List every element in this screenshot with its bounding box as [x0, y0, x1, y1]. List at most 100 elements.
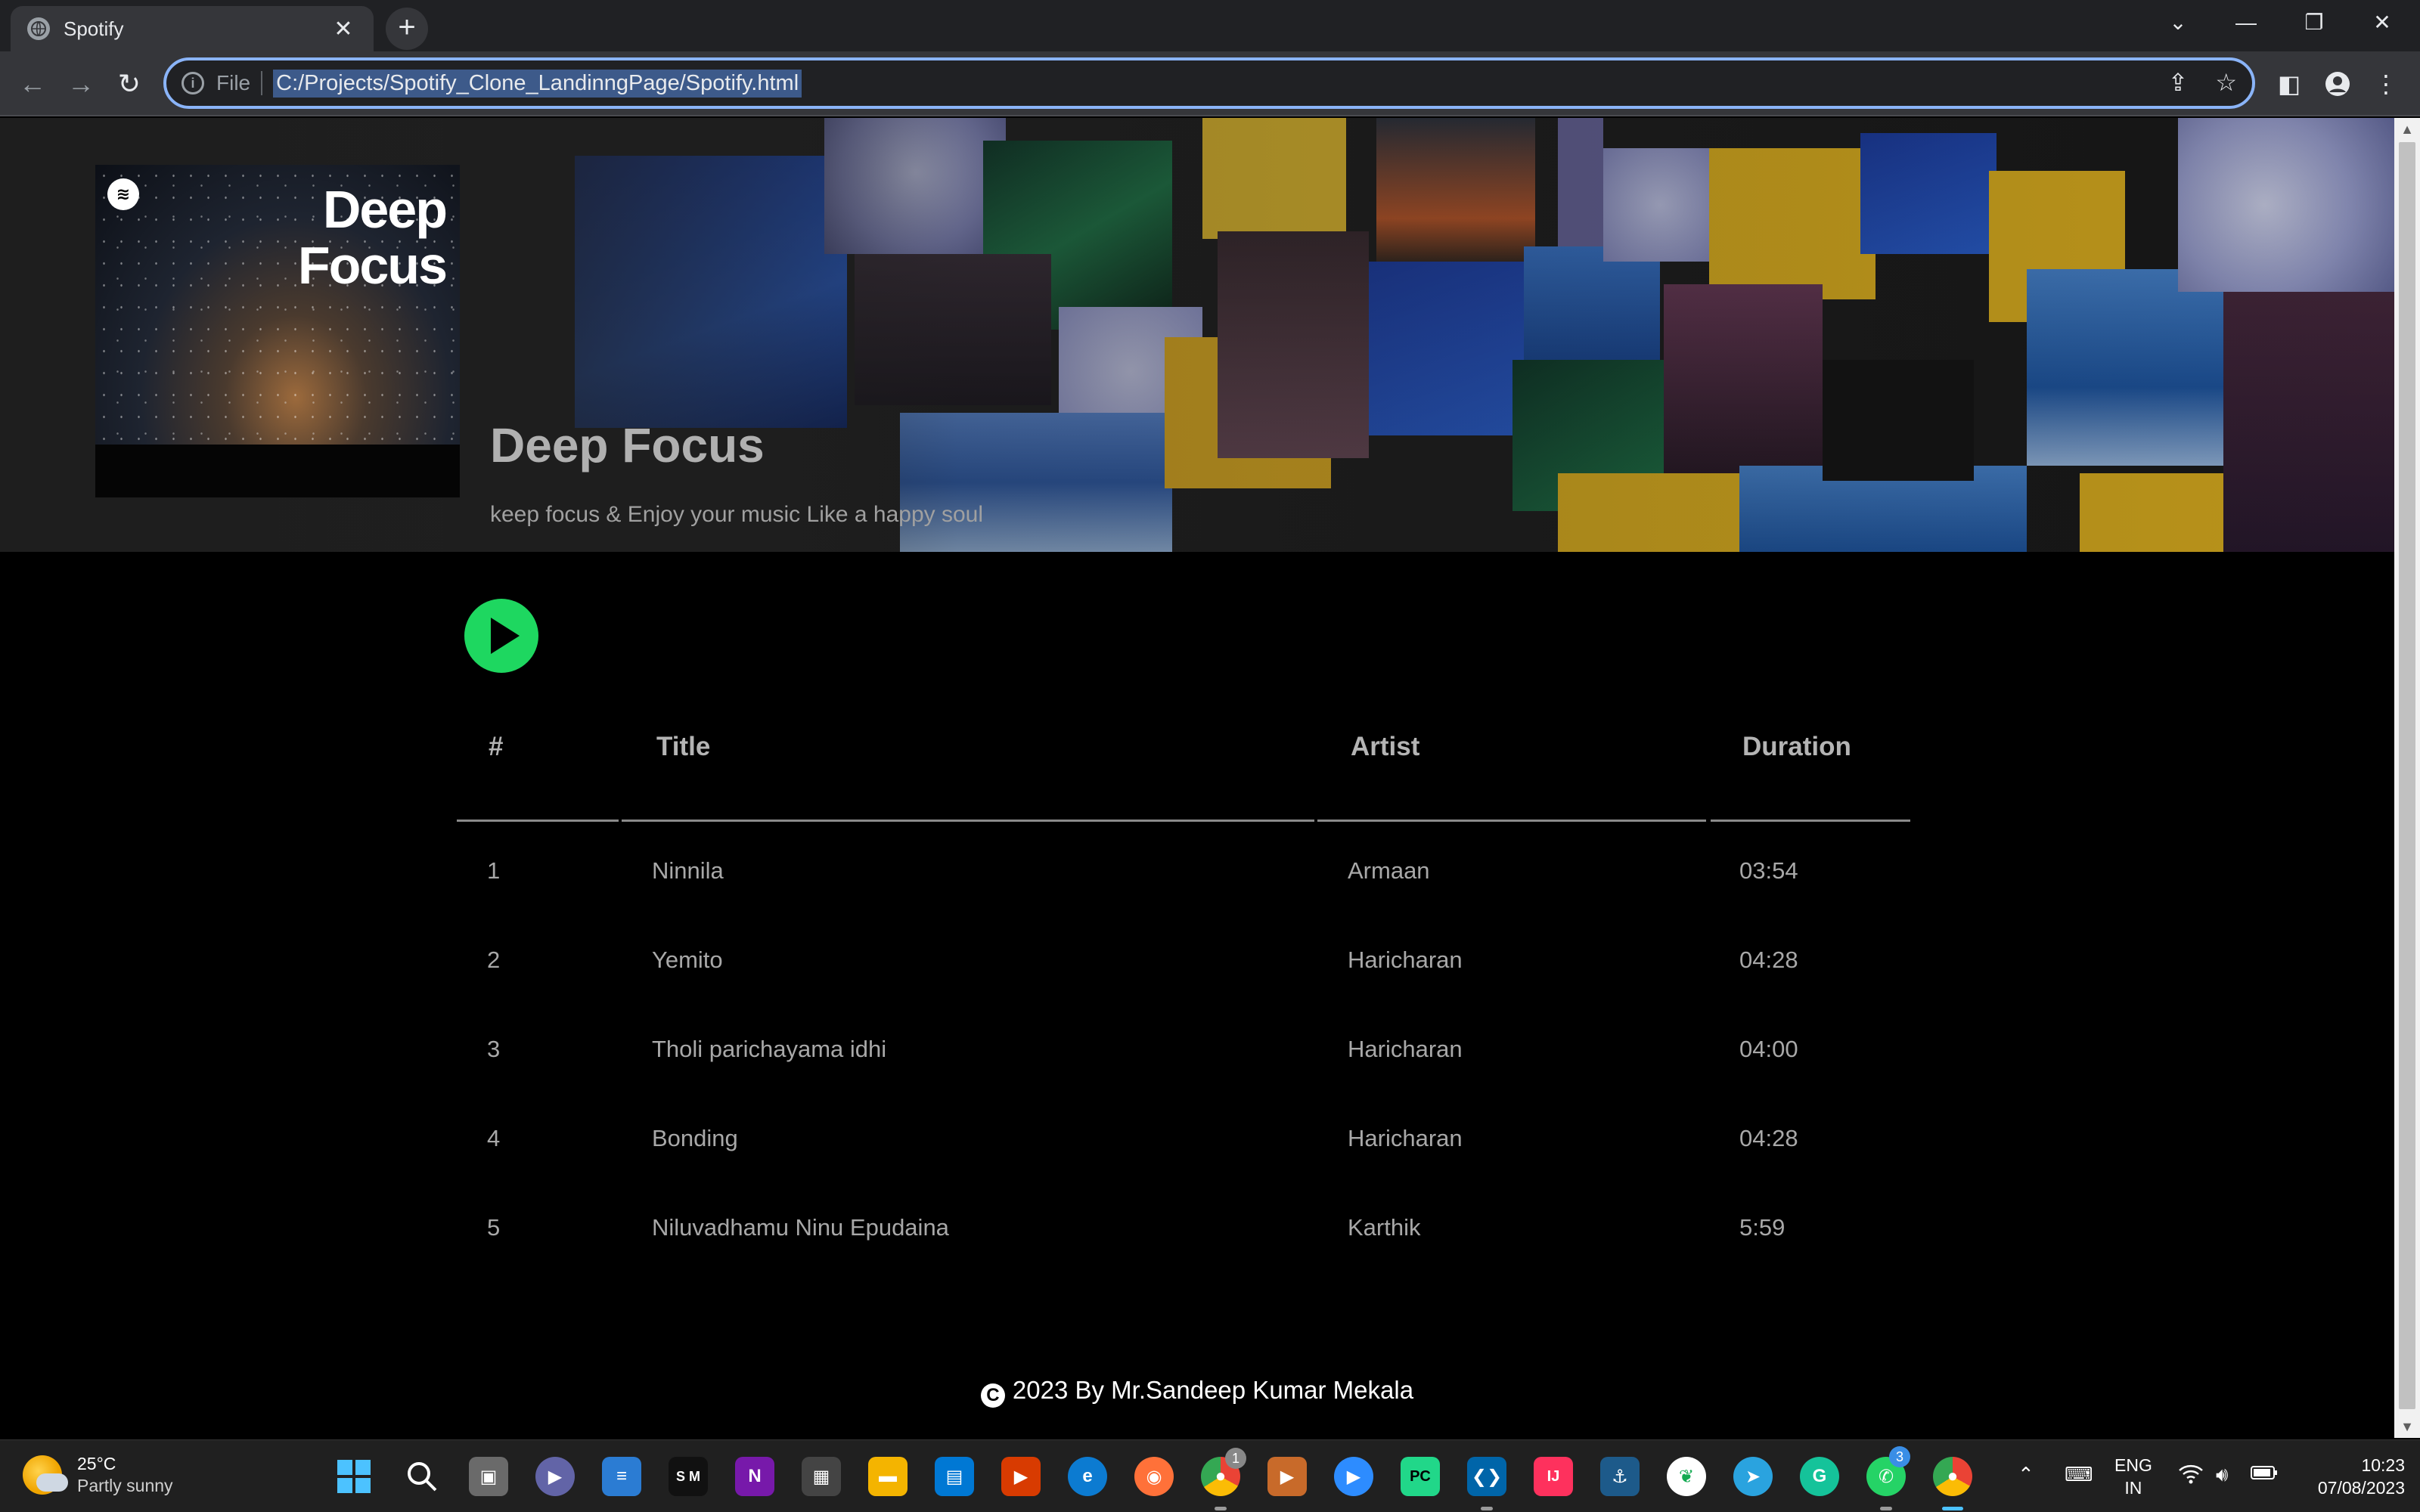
system-clock[interactable]: 10:23 07/08/2023 — [2299, 1454, 2405, 1499]
spotify-logo-icon: ≋ — [107, 178, 139, 210]
header-divider — [1317, 820, 1706, 822]
omnibox-actions: ⇪ ☆ — [2168, 68, 2238, 97]
header-divider — [457, 820, 619, 822]
page-viewport: ≋ Deep Focus Deep Focus keep focus & Enj… — [0, 118, 2394, 1438]
hero-banner: ≋ Deep Focus Deep Focus keep focus & Enj… — [0, 118, 2394, 552]
share-icon[interactable]: ⇪ — [2168, 68, 2189, 97]
track-number: 5 — [487, 1214, 501, 1241]
keyboard-icon[interactable]: ⌨ — [2065, 1463, 2093, 1486]
track-duration: 03:54 — [1739, 857, 1798, 884]
mongodb-compass-icon[interactable]: ❦ — [1667, 1457, 1706, 1496]
track-artist: Karthik — [1348, 1214, 1421, 1241]
running-app-indicator — [1481, 1507, 1493, 1510]
close-window-button[interactable]: ✕ — [2360, 6, 2405, 39]
vscode-icon[interactable]: ❮❯ — [1467, 1457, 1506, 1496]
notepad-icon[interactable]: ≡ — [602, 1457, 641, 1496]
battery-icon[interactable] — [2251, 1463, 2278, 1486]
video-app-icon[interactable]: ▶ — [1267, 1457, 1307, 1496]
play-icon — [491, 618, 520, 654]
globe-icon — [27, 17, 50, 40]
track-title: Yemito — [652, 947, 723, 973]
sm-app-icon[interactable]: S M — [669, 1457, 708, 1496]
scroll-down-arrow-icon[interactable]: ▼ — [2394, 1415, 2420, 1438]
star-icon[interactable]: ☆ — [2215, 68, 2237, 97]
mysql-workbench-icon[interactable]: ⚓ — [1600, 1457, 1640, 1496]
restore-button[interactable]: ❐ — [2291, 6, 2337, 39]
column-header-title: Title — [656, 732, 711, 761]
forward-button[interactable]: → — [62, 65, 100, 103]
back-button[interactable]: ← — [14, 65, 51, 103]
search-icon[interactable] — [402, 1457, 442, 1496]
reload-icon: ↻ — [117, 68, 141, 99]
arrow-left-icon: ← — [19, 68, 46, 99]
track-artist: Haricharan — [1348, 947, 1463, 973]
edge-icon[interactable]: e — [1068, 1457, 1107, 1496]
track-title: Niluvadhamu Ninu Epudaina — [652, 1214, 949, 1241]
media-player-icon[interactable]: ▶ — [1001, 1457, 1041, 1496]
track-title: Tholi parichayama idhi — [652, 1036, 887, 1062]
playlist-subtitle: keep focus & Enjoy your music Like a hap… — [490, 502, 984, 527]
chrome-badge: 1 — [1225, 1448, 1246, 1469]
volume-icon[interactable]: 🔊︎ — [2216, 1463, 2228, 1487]
tab-strip: Spotify ✕ + ⌄ — ❐ ✕ — [0, 0, 2420, 51]
input-language[interactable]: ENG IN — [2114, 1454, 2152, 1499]
track-title: Bonding — [652, 1125, 738, 1151]
scroll-up-arrow-icon[interactable]: ▲ — [2394, 118, 2420, 141]
file-explorer-icon[interactable]: ▬ — [868, 1457, 908, 1496]
side-panel-icon[interactable]: ◧ — [2270, 65, 2308, 103]
track-artist: Haricharan — [1348, 1125, 1463, 1151]
new-tab-button[interactable]: + — [386, 8, 428, 50]
play-button[interactable] — [464, 599, 538, 673]
zoom-icon[interactable]: ▶ — [1334, 1457, 1373, 1496]
tab-close-button[interactable]: ✕ — [330, 16, 357, 42]
clock-date: 07/08/2023 — [2317, 1478, 2405, 1498]
header-divider — [622, 820, 1314, 822]
active-app-indicator — [1942, 1507, 1963, 1510]
reload-button[interactable]: ↻ — [110, 65, 148, 103]
track-duration: 04:28 — [1739, 1125, 1798, 1151]
wifi-icon[interactable] — [2178, 1463, 2204, 1489]
arrow-right-icon: → — [67, 68, 95, 99]
track-duration: 5:59 — [1739, 1214, 1786, 1241]
chevron-up-icon[interactable]: ⌃ — [2018, 1463, 2034, 1486]
track-artist: Armaan — [1348, 857, 1430, 884]
microsoft-store-icon[interactable]: ▤ — [935, 1457, 974, 1496]
pycharm-icon[interactable]: PC — [1401, 1457, 1440, 1496]
tab-spotify[interactable]: Spotify ✕ — [11, 6, 374, 51]
page-scrollbar[interactable]: ▲ ▼ — [2394, 118, 2420, 1438]
track-number: 4 — [487, 1125, 501, 1151]
minimize-button[interactable]: — — [2223, 6, 2269, 39]
playlist-cover-image: ≋ Deep Focus — [95, 165, 460, 497]
tab-search-chevron-icon[interactable]: ⌄ — [2155, 6, 2201, 39]
task-view-icon[interactable]: ▣ — [469, 1457, 508, 1496]
running-app-indicator — [1880, 1507, 1892, 1510]
column-header-artist: Artist — [1351, 732, 1420, 761]
windows-start-icon[interactable] — [334, 1457, 374, 1496]
track-title: Ninnila — [652, 857, 724, 884]
track-number: 1 — [487, 857, 501, 884]
track-duration: 04:28 — [1739, 947, 1798, 973]
omnibox-url[interactable]: C:/Projects/Spotify_Clone_LandinngPage/S… — [273, 69, 802, 98]
page-footer: C 2023 By Mr.Sandeep Kumar Mekala — [0, 1376, 2394, 1408]
teams-chat-icon[interactable]: ▶ — [535, 1457, 575, 1496]
onenote-icon[interactable]: N — [735, 1457, 774, 1496]
firefox-icon[interactable]: ◉ — [1134, 1457, 1174, 1496]
chrome-icon[interactable]: ● — [1933, 1457, 1972, 1496]
address-bar[interactable]: i File C:/Projects/Spotify_Clone_Landinn… — [163, 57, 2255, 109]
column-header-duration: Duration — [1742, 732, 1851, 761]
telegram-icon[interactable]: ➤ — [1733, 1457, 1773, 1496]
weather-temp: 25°C — [77, 1454, 116, 1473]
copyright-icon: C — [980, 1383, 1005, 1408]
whatsapp-badge: 3 — [1889, 1446, 1910, 1467]
partly-sunny-icon — [23, 1455, 68, 1495]
weather-widget[interactable]: 25°C Partly sunny — [23, 1454, 173, 1496]
info-icon[interactable]: i — [182, 72, 204, 94]
browser-toolbar: ← → ↻ i File C:/Projects/Spotify_Clone_L… — [0, 51, 2420, 116]
profile-icon[interactable] — [2319, 65, 2356, 103]
track-duration: 04:00 — [1739, 1036, 1798, 1062]
intellij-icon[interactable]: IJ — [1534, 1457, 1573, 1496]
calculator-icon[interactable]: ▦ — [802, 1457, 841, 1496]
scrollbar-thumb[interactable] — [2399, 142, 2415, 1409]
kebab-menu-icon[interactable]: ⋮ — [2367, 65, 2405, 103]
grammarly-icon[interactable]: G — [1800, 1457, 1839, 1496]
